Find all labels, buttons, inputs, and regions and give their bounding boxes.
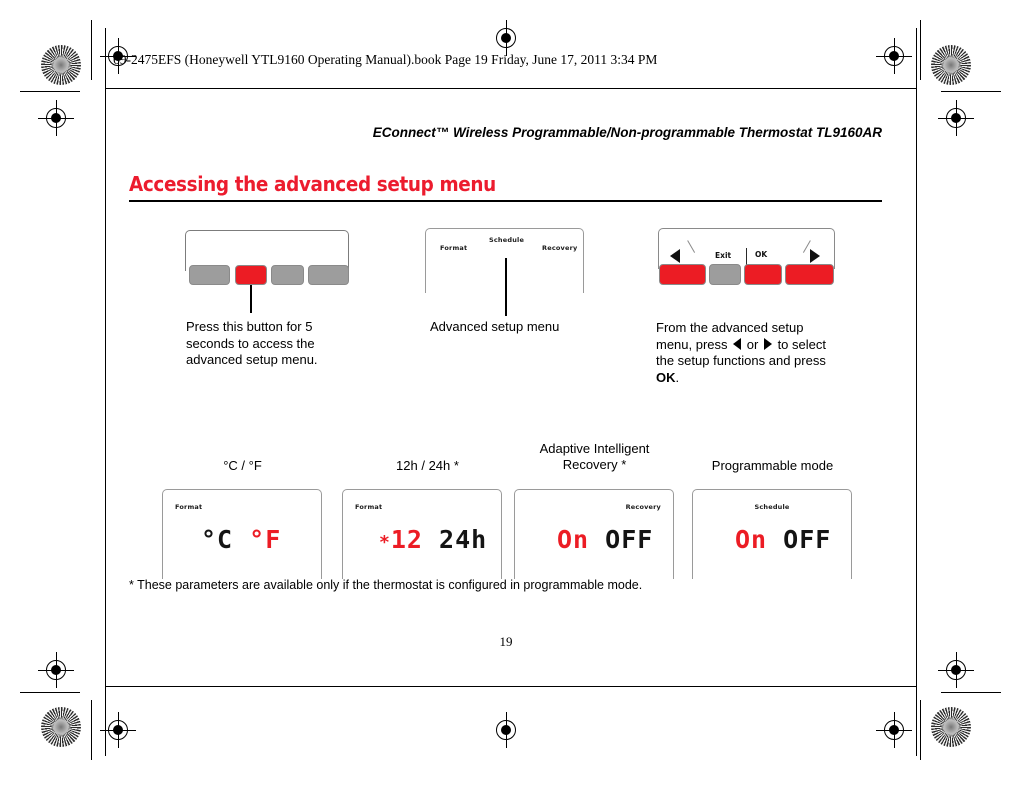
caption-keypad-right: From the advanced setup menu, press or t… xyxy=(656,320,836,386)
setting-title-3-line1: Programmable mode xyxy=(711,458,834,473)
caption-lcd-advanced-menu: Advanced setup menu xyxy=(430,319,560,334)
crop-rule-bottom-right-v xyxy=(920,700,922,760)
lcd-value-selected-0: °C xyxy=(201,525,234,554)
setting-title-1: 12h / 24h * xyxy=(345,458,510,474)
crop-rule-top-left-v xyxy=(91,20,93,80)
running-head: EConnect™ Wireless Programmable/Non-prog… xyxy=(372,125,882,140)
crop-rule-top-right-h xyxy=(941,91,1001,93)
registration-mark-right-lower xyxy=(938,652,974,688)
setting-title-3: Programmable mode xyxy=(690,458,855,474)
keypad-right-ok-button[interactable] xyxy=(744,264,782,285)
keypad-right-left-arrow-button[interactable] xyxy=(659,264,706,285)
lcd-label-setting-1: Format xyxy=(355,503,383,511)
setting-title-2-line2: Recovery * xyxy=(562,456,627,472)
print-star-target-bottom-right xyxy=(931,707,971,747)
keypad-right-exit-button[interactable] xyxy=(709,264,741,285)
setting-panel-0: Format °C °F xyxy=(162,489,322,579)
registration-mark-left-upper xyxy=(38,100,74,136)
lcd-value-row-2: On OFF xyxy=(557,525,653,554)
setting-title-2-line1: Adaptive Intelligent xyxy=(539,441,650,456)
setting-panel-1: Format *12 24h xyxy=(342,489,502,579)
crop-rule-top-left-h xyxy=(20,91,80,93)
lcd-value-selected-1: 12 xyxy=(390,525,423,554)
setting-panel-3: Schedule On OFF xyxy=(692,489,852,579)
print-star-target-top-left xyxy=(41,45,81,85)
lcd-value-selected-2: On xyxy=(557,525,590,554)
lcd-label-format: Format xyxy=(440,244,468,252)
keypad-left-button-3[interactable] xyxy=(271,265,304,285)
keypad-left-button-4[interactable] xyxy=(308,265,349,285)
lcd-label-schedule: Schedule xyxy=(489,236,525,244)
lcd-value-row-0: °C °F xyxy=(201,525,281,554)
lcd-value-other-1: 24h xyxy=(439,525,488,554)
caption-keypad-left: Press this button for 5 seconds to acces… xyxy=(186,319,318,367)
print-star-target-top-right xyxy=(931,45,971,85)
footnote: * These parameters are available only if… xyxy=(129,578,643,592)
lcd-label-recovery: Recovery xyxy=(542,244,578,252)
keypad-right-right-arrow-button[interactable] xyxy=(785,264,834,285)
print-book-line: 69-2475EFS (Honeywell YTL9160 Operating … xyxy=(113,52,658,67)
page-bottom-rule xyxy=(105,686,917,688)
callout-leader-line-middle xyxy=(505,258,507,316)
page-title: Accessing the advanced setup menu xyxy=(129,172,496,196)
inline-left-arrow-icon xyxy=(733,337,742,350)
crop-rule-bottom-right-h xyxy=(941,692,1001,694)
face-label-ok: OK xyxy=(755,250,768,259)
caption-right-end: . xyxy=(675,369,680,385)
print-star-target-bottom-left xyxy=(41,707,81,747)
page-top-rule xyxy=(105,88,917,90)
setting-panel-2: Recovery On OFF xyxy=(514,489,674,579)
lcd-value-row-1: *12 24h xyxy=(379,525,487,554)
setting-title-2: Adaptive Intelligent Recovery * xyxy=(512,441,677,472)
lcd-value-selected-3: On xyxy=(735,525,768,554)
setting-title-1-line1: 12h / 24h * xyxy=(396,458,459,473)
face-label-exit: Exit xyxy=(715,251,732,260)
keypad-left-button-1[interactable] xyxy=(189,265,230,285)
lcd-label-setting-0: Format xyxy=(175,503,203,511)
registration-mark-right-upper xyxy=(938,100,974,136)
setting-title-0-line1: °C / °F xyxy=(223,458,262,473)
lcd-value-row-3: On OFF xyxy=(735,525,831,554)
keypad-left-button-2-highlighted[interactable] xyxy=(235,265,267,285)
lcd-am-indicator-icon: * xyxy=(379,532,391,553)
right-arrow-icon xyxy=(810,249,820,263)
lcd-value-other-3: OFF xyxy=(783,525,832,554)
crop-rule-bottom-left-v xyxy=(91,700,93,760)
lcd-label-setting-3: Schedule xyxy=(754,503,790,511)
page-number: 19 xyxy=(499,634,513,649)
lcd-value-other-2: OFF xyxy=(605,525,654,554)
caption-right-or: or xyxy=(743,336,762,352)
crop-rule-bottom-left-h xyxy=(20,692,80,694)
page-title-underline xyxy=(129,200,882,202)
registration-mark-left-lower xyxy=(38,652,74,688)
inline-right-arrow-icon xyxy=(763,337,772,350)
left-arrow-icon xyxy=(670,249,680,263)
crop-rule-top-right-v xyxy=(920,20,922,80)
lcd-value-other-0: °F xyxy=(249,525,282,554)
caption-right-ok: OK xyxy=(656,369,676,385)
lcd-label-setting-2: Recovery xyxy=(625,503,661,511)
setting-title-0: °C / °F xyxy=(160,458,325,474)
callout-leader-line-left xyxy=(250,285,252,313)
